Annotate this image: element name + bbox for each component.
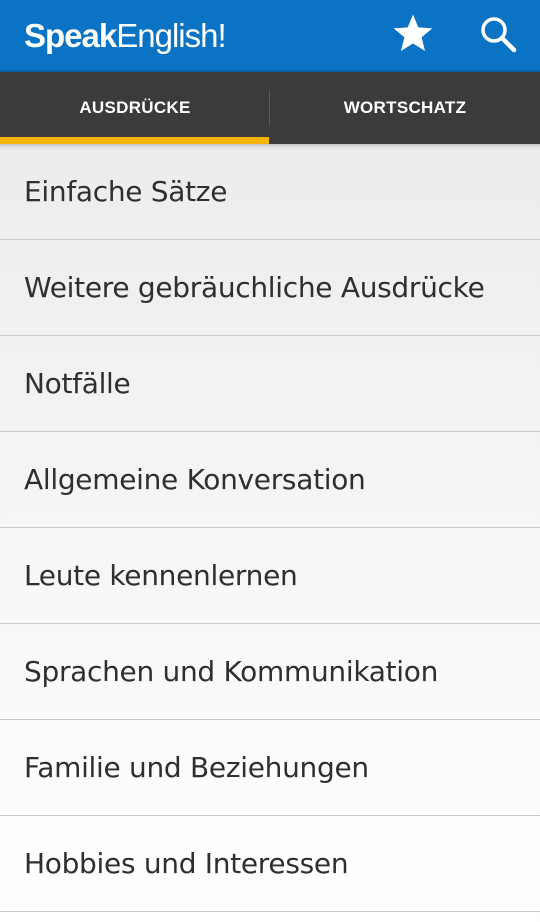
list-item[interactable]: Sprachen und Kommunikation bbox=[0, 624, 540, 720]
list-item[interactable]: Allgemeine Konversation bbox=[0, 432, 540, 528]
search-icon bbox=[478, 14, 518, 58]
tab-ausdruecke[interactable]: AUSDRÜCKE bbox=[0, 72, 270, 144]
app-bar: SpeakEnglish! bbox=[0, 0, 540, 72]
brand-part-2: English! bbox=[116, 17, 226, 54]
list-item[interactable]: Notfälle bbox=[0, 336, 540, 432]
list-item[interactable]: Einfache Sätze bbox=[0, 144, 540, 240]
category-list[interactable]: Einfache Sätze Weitere gebräuchliche Aus… bbox=[0, 144, 540, 922]
list-item[interactable]: Weitere gebräuchliche Ausdrücke bbox=[0, 240, 540, 336]
tab-wortschatz[interactable]: WORTSCHATZ bbox=[270, 72, 540, 144]
search-button[interactable] bbox=[462, 0, 534, 72]
tab-bar: AUSDRÜCKE WORTSCHATZ bbox=[0, 72, 540, 144]
brand-part-1: Speak bbox=[24, 17, 117, 54]
list-item[interactable]: Familie und Beziehungen bbox=[0, 720, 540, 816]
app-logo: SpeakEnglish! bbox=[24, 14, 227, 58]
list-item[interactable]: Leute kennenlernen bbox=[0, 528, 540, 624]
list-item[interactable]: Hobbies und Interessen bbox=[0, 816, 540, 912]
favorites-button[interactable] bbox=[377, 0, 449, 72]
star-icon bbox=[391, 13, 435, 59]
tab-selected-indicator bbox=[0, 137, 269, 144]
